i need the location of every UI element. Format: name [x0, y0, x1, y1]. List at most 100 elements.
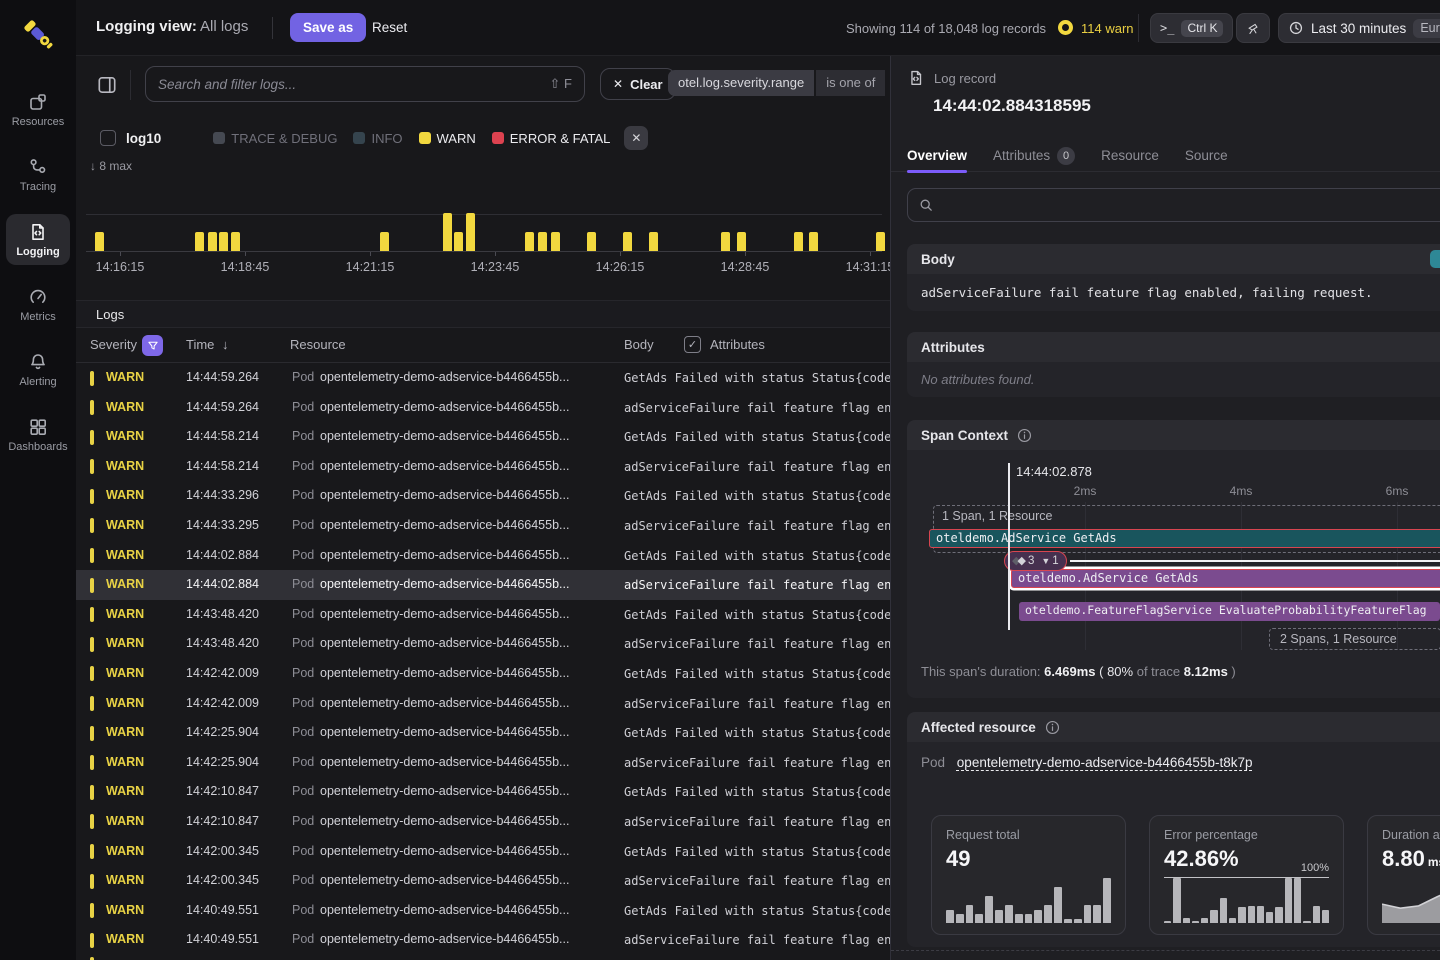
histogram-bar[interactable]	[538, 232, 547, 251]
metric-card-duration-av[interactable]: Duration av8.80ms	[1367, 815, 1440, 935]
resource-kind: Pod	[292, 725, 314, 739]
histogram-bar[interactable]	[794, 232, 803, 251]
time-range-button[interactable]: Last 30 minutes Europ	[1278, 13, 1440, 43]
legend-item[interactable]: ERROR & FATAL	[492, 131, 611, 146]
table-row[interactable]: WARN14:42:00.345Podopentelemetry-demo-ad…	[76, 837, 890, 867]
legend-item[interactable]: INFO	[353, 131, 402, 146]
col-body[interactable]: Body	[624, 337, 654, 352]
sparkline	[1382, 878, 1440, 923]
root-span-bar[interactable]: oteldemo.AdService GetAds	[929, 529, 1440, 548]
sidebar-item-tracing[interactable]: Tracing	[6, 149, 70, 200]
sidebar-item-dashboards[interactable]: Dashboards	[6, 409, 70, 460]
triangle-count: 1	[1052, 555, 1058, 567]
table-row[interactable]: WARN14:42:42.009Podopentelemetry-demo-ad…	[76, 689, 890, 719]
span-events-badge[interactable]: ◆ ◆ 3 ▼ 1	[1004, 551, 1067, 571]
explore-button[interactable]	[1236, 13, 1270, 43]
histogram-bar[interactable]	[876, 232, 885, 251]
metric-card-error-percentage[interactable]: Error percentage42.86%100%	[1149, 815, 1344, 935]
severity-bar	[90, 874, 94, 889]
filter-chip-operator[interactable]: is one of	[816, 70, 885, 96]
histogram-bar[interactable]	[443, 213, 452, 251]
sidebar-item-alerting[interactable]: Alerting	[6, 344, 70, 395]
table-row[interactable]: WARN14:44:58.214Podopentelemetry-demo-ad…	[76, 422, 890, 452]
table-row[interactable]: WARN14:42:25.904Podopentelemetry-demo-ad…	[76, 718, 890, 748]
histogram-bar[interactable]	[380, 232, 389, 251]
body-section: Body adServiceFailure fail feature flag …	[907, 244, 1440, 311]
log-histogram[interactable]	[86, 178, 882, 252]
histogram-bar[interactable]	[454, 232, 463, 251]
histogram-bar[interactable]	[95, 232, 104, 251]
table-row[interactable]: WARN14:44:33.295Podopentelemetry-demo-ad…	[76, 511, 890, 541]
histogram-bar[interactable]	[551, 232, 560, 251]
table-row[interactable]: WARN14:42:42.009Podopentelemetry-demo-ad…	[76, 659, 890, 689]
tab-source[interactable]: Source	[1185, 140, 1228, 172]
detail-search-input[interactable]	[907, 188, 1440, 222]
info-icon[interactable]	[1016, 427, 1033, 444]
filter-chip[interactable]: otel.log.severity.range is one of	[668, 70, 885, 96]
table-row[interactable]: WARN14:40:49.551Podopentelemetry-demo-ad…	[76, 896, 890, 926]
col-severity[interactable]: Severity	[90, 337, 137, 352]
sidebar-item-logging[interactable]: Logging	[6, 214, 70, 265]
collapse-panel-icon[interactable]	[96, 74, 118, 96]
filter-chip-field[interactable]: otel.log.severity.range	[668, 70, 814, 96]
info-icon[interactable]	[1044, 719, 1061, 736]
histogram-bar[interactable]	[649, 232, 658, 251]
histogram-bar[interactable]	[231, 232, 240, 251]
table-row[interactable]: WARN14:44:59.264Podopentelemetry-demo-ad…	[76, 393, 890, 423]
col-resource[interactable]: Resource	[290, 337, 346, 352]
axis-4ms: 4ms	[1230, 484, 1253, 498]
table-row[interactable]: WARN14:44:59.264Podopentelemetry-demo-ad…	[76, 363, 890, 393]
table-row[interactable]: WARN14:44:02.884Podopentelemetry-demo-ad…	[76, 541, 890, 571]
legend-label: INFO	[371, 131, 402, 146]
app-logo[interactable]	[20, 16, 58, 54]
tab-overview[interactable]: Overview	[907, 140, 967, 172]
featureflag-span-bar[interactable]: oteldemo.FeatureFlagService EvaluateProb…	[1019, 602, 1440, 621]
tab-attributes[interactable]: Attributes0	[993, 140, 1075, 172]
tab-resource[interactable]: Resource	[1101, 140, 1159, 172]
save-as-button[interactable]: Save as	[290, 13, 366, 42]
histogram-bar[interactable]	[208, 232, 217, 251]
histogram-bar[interactable]	[721, 232, 730, 251]
table-row[interactable]: WARN14:42:10.847Podopentelemetry-demo-ad…	[76, 777, 890, 807]
series-checkbox[interactable]	[100, 130, 116, 146]
sidebar-item-resources[interactable]: Resources	[6, 84, 70, 135]
table-row[interactable]: WARN14:43:48.420Podopentelemetry-demo-ad…	[76, 600, 890, 630]
table-row[interactable]: WARN14:44:02.884Podopentelemetry-demo-ad…	[76, 570, 890, 600]
histogram-bar[interactable]	[195, 232, 204, 251]
histogram-bar[interactable]	[737, 232, 746, 251]
severity-filter-icon[interactable]	[142, 335, 163, 356]
command-palette-button[interactable]: >_ Ctrl K	[1150, 13, 1233, 43]
pod-link[interactable]: opentelemetry-demo-adservice-b4466455b-t…	[957, 755, 1253, 770]
log-time: 14:44:33.295	[186, 518, 259, 532]
legend-item[interactable]: TRACE & DEBUG	[213, 131, 337, 146]
legend-item[interactable]: WARN	[419, 131, 476, 146]
histogram-bar[interactable]	[219, 232, 228, 251]
table-row[interactable]: WARN14:43:48.420Podopentelemetry-demo-ad…	[76, 629, 890, 659]
table-row[interactable]: WARN14:42:00.345Podopentelemetry-demo-ad…	[76, 866, 890, 896]
table-row[interactable]: WARN14:44:33.296Podopentelemetry-demo-ad…	[76, 481, 890, 511]
histogram-bar[interactable]	[809, 232, 818, 251]
attributes-checkbox[interactable]: ✓	[684, 336, 701, 353]
sidebar-item-metrics[interactable]: Metrics	[6, 279, 70, 330]
diamond-count: 3	[1028, 555, 1034, 567]
col-attributes[interactable]: Attributes	[710, 337, 765, 352]
histogram-bar[interactable]	[525, 232, 534, 251]
search-input[interactable]: Search and filter logs... ⇧ F	[145, 66, 585, 102]
table-row[interactable]: WARN14:42:10.847Podopentelemetry-demo-ad…	[76, 807, 890, 837]
histogram-bar[interactable]	[466, 213, 475, 251]
reset-button[interactable]: Reset	[364, 13, 415, 42]
histogram-bar[interactable]	[623, 232, 632, 251]
clear-filters-button[interactable]: ✕ Clear	[600, 68, 676, 100]
child-span-bar[interactable]: oteldemo.AdService GetAds	[1011, 569, 1440, 588]
table-row[interactable]: WARN14:44:58.214Podopentelemetry-demo-ad…	[76, 452, 890, 482]
remove-legend-button[interactable]: ✕	[624, 126, 648, 150]
table-row[interactable]	[76, 955, 890, 960]
time-axis: 14:16:1514:18:4514:21:1514:23:4514:26:15…	[86, 256, 882, 274]
metric-card-request-total[interactable]: Request total49	[931, 815, 1126, 935]
table-row[interactable]: WARN14:40:49.551Podopentelemetry-demo-ad…	[76, 925, 890, 955]
histogram-bar[interactable]	[587, 232, 596, 251]
sort-desc-icon[interactable]: ↓	[222, 337, 229, 352]
table-row[interactable]: WARN14:42:25.904Podopentelemetry-demo-ad…	[76, 748, 890, 778]
log-time: 14:42:25.904	[186, 725, 259, 739]
col-time[interactable]: Time	[186, 337, 214, 352]
